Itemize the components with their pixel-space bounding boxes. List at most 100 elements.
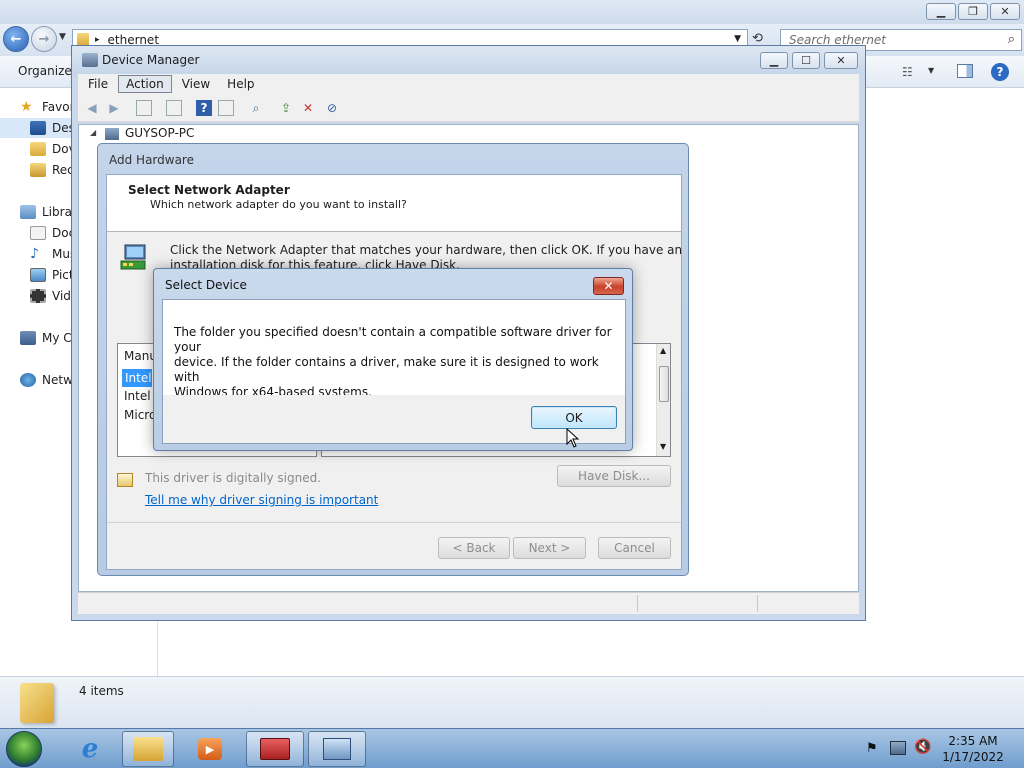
close-icon[interactable]: ✕ (593, 277, 624, 295)
address-dropdown-icon[interactable]: ▼ (734, 34, 741, 44)
certificate-icon (117, 473, 133, 487)
details-pane: 4 items (0, 676, 1024, 728)
action-center-flag-icon[interactable]: ⚑ (866, 741, 878, 756)
device-manager-title: Device Manager (102, 53, 200, 67)
cancel-button[interactable]: Cancel (598, 537, 671, 559)
folder-large-icon (20, 683, 54, 723)
desktop-icon (30, 121, 46, 135)
star-icon: ★ (20, 99, 33, 115)
scroll-down-icon[interactable]: ▼ (660, 442, 666, 451)
wizard-instruction-line1: Click the Network Adapter that matches y… (170, 243, 683, 257)
minimize-button[interactable]: ▁ (926, 3, 956, 20)
ok-button[interactable]: OK (531, 406, 617, 429)
dm-close-button[interactable]: ✕ (824, 52, 858, 69)
mouse-cursor-icon (566, 427, 580, 448)
view-dropdown-icon[interactable]: ▼ (928, 66, 934, 75)
back-arrow-icon[interactable]: ← (3, 26, 29, 52)
nav-item-music[interactable]: ♪ Mus (30, 244, 76, 264)
menu-view[interactable]: View (175, 76, 217, 92)
status-divider (637, 595, 638, 612)
dm-maximize-button[interactable]: ☐ (792, 52, 820, 69)
device-manager-app-icon (82, 53, 98, 67)
pictures-icon (30, 268, 46, 282)
have-disk-button[interactable]: Have Disk... (557, 465, 671, 487)
refresh-icon[interactable]: ⟲ (752, 31, 763, 46)
error-message-line2: device. If the folder contains a driver,… (174, 355, 599, 384)
menu-file[interactable]: File (81, 76, 115, 92)
toolbox-icon[interactable] (246, 731, 304, 767)
tb-scan-hardware-icon[interactable]: ⌕ (248, 100, 264, 116)
organize-menu[interactable]: Organize (18, 64, 72, 78)
explorer-titlebar: ▁ ❐ ✕ (0, 0, 1024, 24)
select-device-title: Select Device (165, 278, 247, 292)
clock[interactable]: 2:35 AM 1/17/2022 (930, 733, 1016, 765)
computer-icon (20, 331, 36, 345)
manufacturer-item[interactable]: Micro (124, 408, 156, 422)
network-adapter-icon (119, 243, 149, 273)
device-manager-icon[interactable] (308, 731, 366, 767)
documents-icon (30, 226, 46, 240)
tb-action-pane-icon[interactable] (218, 100, 234, 116)
menu-help[interactable]: Help (220, 76, 261, 92)
item-count: 4 items (79, 684, 124, 698)
nav-item-recent-places[interactable]: Rec (30, 160, 74, 180)
dm-minimize-button[interactable]: ▁ (760, 52, 788, 69)
next-button[interactable]: Next > (513, 537, 586, 559)
tb-uninstall-icon[interactable]: ✕ (300, 100, 316, 116)
view-options-icon[interactable]: ☷ (902, 65, 913, 79)
forward-arrow-icon[interactable]: → (31, 26, 57, 52)
media-player-icon[interactable]: ▶ (184, 731, 236, 767)
volume-muted-icon[interactable]: 🔇 (914, 739, 931, 755)
pc-icon (105, 128, 119, 140)
downloads-icon (30, 142, 46, 156)
preview-pane-icon[interactable] (957, 64, 973, 78)
wizard-heading: Select Network Adapter (128, 183, 290, 197)
manufacturer-item-selected[interactable]: Intel (122, 369, 152, 387)
select-device-body: The folder you specified doesn't contain… (162, 299, 626, 444)
network-status-icon[interactable] (890, 741, 906, 755)
tb-update-driver-icon[interactable]: ⇪ (278, 100, 294, 116)
nav-item-downloads[interactable]: Dov (30, 139, 76, 159)
error-message: The folder you specified doesn't contain… (174, 325, 614, 400)
tb-show-hide-tree-icon[interactable] (136, 100, 152, 116)
videos-icon (30, 289, 46, 303)
menu-action[interactable]: Action (118, 75, 172, 93)
tree-expand-icon[interactable]: ◢ (90, 128, 96, 137)
internet-explorer-icon[interactable]: e (60, 731, 120, 767)
tb-help-icon[interactable]: ? (196, 100, 212, 116)
restore-button[interactable]: ❐ (958, 3, 988, 20)
manufacturer-column-header[interactable]: Manu (124, 349, 157, 363)
nav-item-documents[interactable]: Doc (30, 223, 75, 243)
network-icon (20, 373, 36, 387)
recent-pages-chevron-icon[interactable]: ▼ (59, 32, 66, 42)
help-icon[interactable]: ? (991, 63, 1009, 81)
back-button[interactable]: < Back (438, 537, 510, 559)
adapter-list-scrollbar[interactable]: ▲ ▼ (656, 344, 670, 456)
search-icon[interactable]: ⌕ (1008, 32, 1015, 47)
breadcrumb-chevron-icon[interactable]: ▸ (95, 35, 100, 45)
scrollbar-thumb[interactable] (659, 366, 669, 402)
tree-root-pc[interactable]: GUYSOP-PC (125, 126, 194, 140)
select-device-footer: OK (163, 395, 625, 443)
tb-properties-icon[interactable] (166, 100, 182, 116)
wizard-divider (107, 522, 681, 523)
nav-item-pictures[interactable]: Pict (30, 265, 74, 285)
add-hardware-title: Add Hardware (109, 153, 194, 167)
tb-back-icon[interactable]: ◀ (84, 100, 100, 116)
tb-forward-icon[interactable]: ▶ (106, 100, 122, 116)
clock-time: 2:35 AM (948, 734, 998, 748)
wizard-header: Select Network Adapter Which network ada… (107, 175, 681, 232)
error-message-line1: The folder you specified doesn't contain… (174, 325, 612, 354)
select-device-dialog: Select Device ✕ The folder you specified… (153, 268, 633, 451)
explorer-close-button[interactable]: ✕ (990, 3, 1020, 20)
start-button-icon[interactable] (6, 731, 42, 767)
driver-signing-link[interactable]: Tell me why driver signing is important (145, 493, 378, 507)
tb-disable-icon[interactable]: ⊘ (324, 100, 340, 116)
music-icon: ♪ (30, 246, 39, 262)
scroll-up-icon[interactable]: ▲ (660, 346, 666, 355)
nav-item-favorites[interactable]: ★ Favor (20, 97, 75, 117)
wizard-subheading: Which network adapter do you want to ins… (150, 198, 407, 211)
device-manager-menubar: File Action View Help (78, 74, 859, 94)
nav-item-libraries[interactable]: Librar (20, 202, 77, 222)
file-explorer-icon[interactable] (122, 731, 174, 767)
